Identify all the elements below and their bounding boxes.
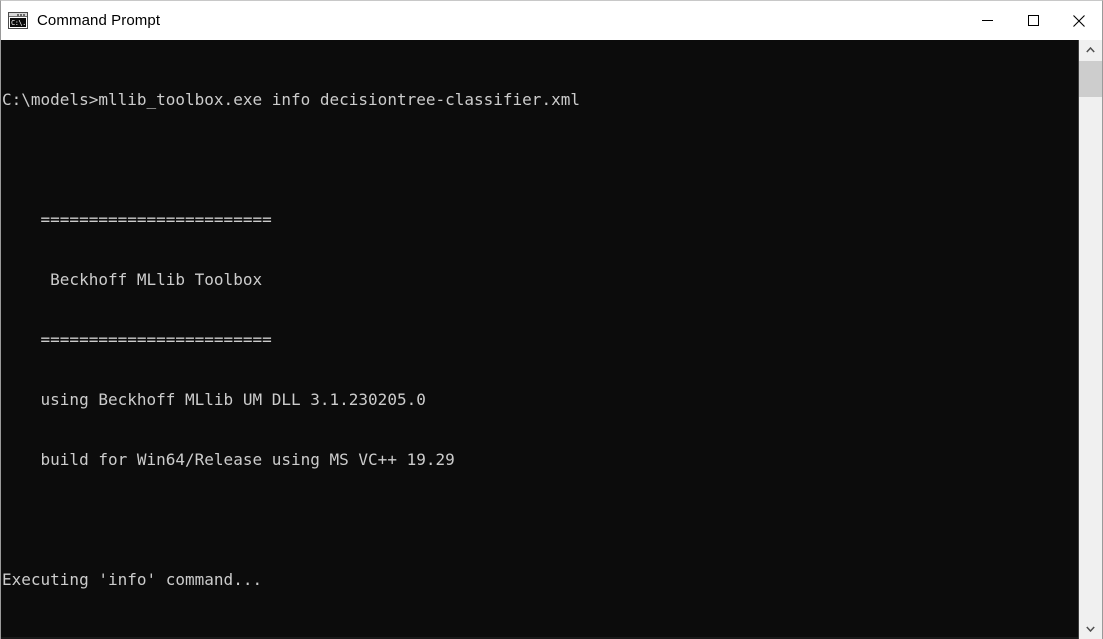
scroll-up-arrow[interactable] [1079,40,1102,60]
command-prompt-window: C:\. Command Prompt C:\models>mllib_tool… [0,0,1103,639]
window-title: Command Prompt [37,12,161,29]
console-text: C:\models>mllib_toolbox.exe info decisio… [1,40,1078,639]
vertical-scrollbar[interactable] [1078,40,1102,639]
console-line: Executing 'info' command... [2,570,263,589]
window-controls [964,1,1102,40]
console-line: build for Win64/Release using MS VC++ 19… [2,450,455,469]
icon-titlebar [9,13,27,17]
minimize-button[interactable] [964,1,1010,40]
console-line: using Beckhoff MLlib UM DLL 3.1.230205.0 [2,390,426,409]
close-button[interactable] [1056,1,1102,40]
console-line: C:\models>mllib_toolbox.exe info decisio… [2,90,580,109]
scroll-thumb[interactable] [1079,61,1102,97]
title-bar[interactable]: C:\. Command Prompt [1,1,1102,40]
title-bar-left: C:\. Command Prompt [1,12,964,29]
icon-screen-text: C:\. [10,18,26,27]
console-output-area[interactable]: C:\models>mllib_toolbox.exe info decisio… [1,40,1102,639]
console-line: ======================== [2,330,272,349]
console-line: Beckhoff MLlib Toolbox [2,270,263,289]
maximize-button[interactable] [1010,1,1056,40]
command-prompt-icon: C:\. [8,12,28,29]
console-line: ======================== [2,210,272,229]
scroll-down-arrow[interactable] [1079,619,1102,639]
